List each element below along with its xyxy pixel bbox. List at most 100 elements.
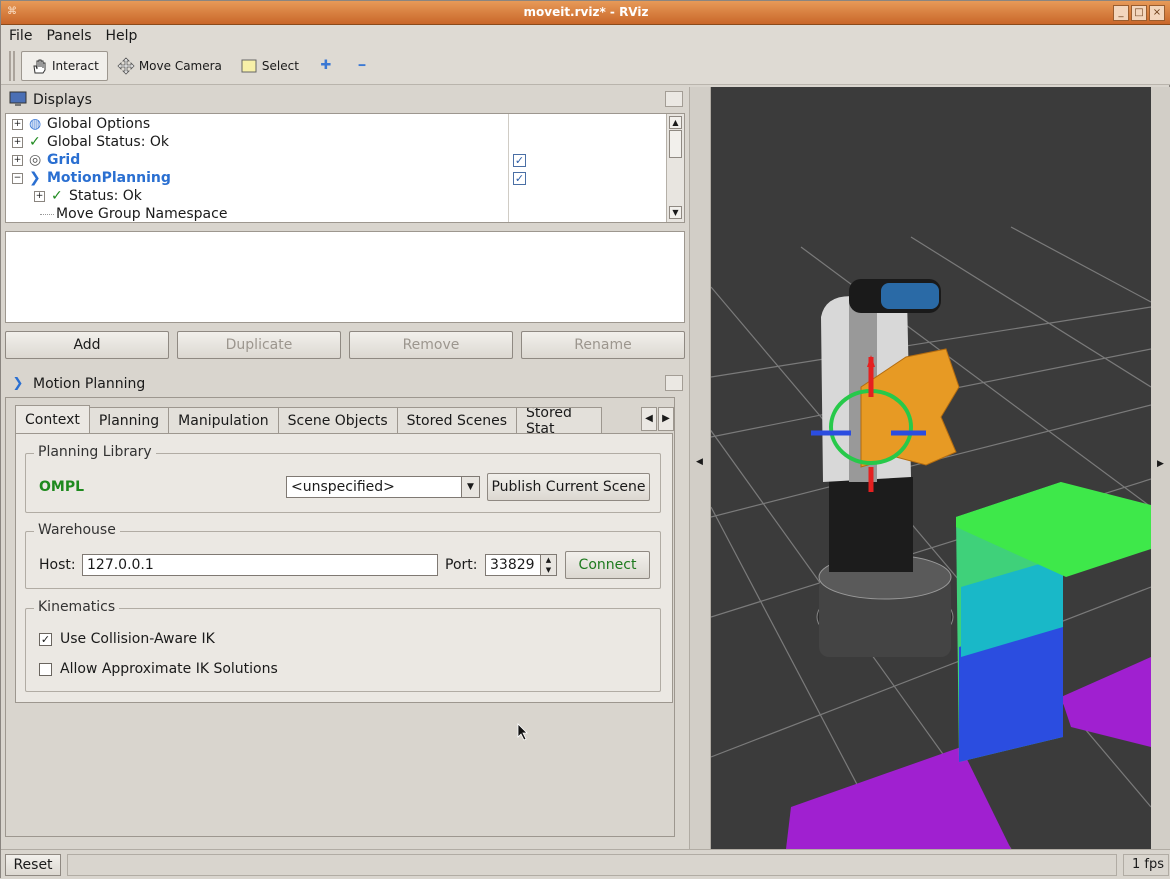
kinematics-group: Kinematics [25,599,661,692]
scroll-down-icon[interactable]: ▼ [669,206,682,219]
tab-planning[interactable]: Planning [88,407,170,433]
displays-tree[interactable]: + ◍ Global Options + ✓ Global Status: Ok… [5,113,685,223]
host-label: Host: [39,557,76,573]
tab-scene-objects[interactable]: Scene Objects [277,407,398,433]
rviz-window: ⌘ moveit.rviz* - RViz _ □ × File Panels … [0,0,1170,879]
warehouse-label: Warehouse [34,522,120,538]
menu-file[interactable]: File [9,28,32,44]
expand-icon[interactable]: + [12,136,23,148]
motion-planning-panel-header: ❯ Motion Planning [3,373,687,395]
port-spinbox[interactable]: 33829 ▲ ▼ [485,554,557,576]
remove-display-button[interactable]: Remove [349,331,513,359]
kinematics-label: Kinematics [34,599,120,615]
window-title: moveit.rviz* - RViz [523,5,649,19]
collapse-right-icon[interactable]: ▶ [1157,459,1164,469]
reset-button[interactable]: Reset [5,854,61,876]
tree-row-label: Move Group Namespace [56,206,228,222]
plus-icon: ✚ [320,57,332,73]
monitor-icon [9,91,27,109]
chevron-down-icon: ▼ [461,477,479,497]
motion-planning-tabs: Context Planning Manipulation Scene Obje… [15,405,602,433]
planner-select-value: <unspecified> [291,479,395,495]
maximize-button[interactable]: □ [1131,5,1147,21]
displays-panel-header: Displays [3,89,687,111]
menu-panels[interactable]: Panels [46,28,91,44]
menu-help[interactable]: Help [106,28,138,44]
displays-scrollbar[interactable]: ▲ ▼ [666,114,684,222]
port-value: 33829 [490,557,535,573]
approximate-ik-checkbox[interactable] [39,662,52,676]
tab-manipulation[interactable]: Manipulation [168,407,279,433]
move-camera-label: Move Camera [138,58,222,73]
tree-row-motion-planning[interactable]: − ❯ MotionPlanning [12,169,171,187]
menu-bar: File Panels Help [1,25,1170,47]
scroll-up-icon[interactable]: ▲ [669,116,682,129]
motion-planning-undock-button[interactable] [665,375,683,391]
fps-readout: 1 fps [1123,854,1169,876]
check-icon: ✓ [51,188,63,204]
interact-tool-button[interactable]: Interact [21,50,108,81]
move-camera-tool-button[interactable]: Move Camera [108,51,231,81]
tree-row-label: Status: Ok [69,188,142,204]
tree-row-status[interactable]: + ✓ Status: Ok [34,187,142,205]
tree-value-column [508,114,509,222]
collapse-icon[interactable]: − [12,172,23,184]
minus-icon: ━ [358,58,366,72]
hand-icon [30,57,48,75]
spin-arrows-icon[interactable]: ▲ ▼ [540,555,556,575]
collapse-left-icon[interactable]: ◀ [696,457,703,467]
tree-row-label: Global Options [47,116,151,132]
tab-context[interactable]: Context [15,405,90,433]
select-icon [240,57,258,75]
rename-display-button[interactable]: Rename [521,331,685,359]
publish-current-scene-button[interactable]: Publish Current Scene [487,473,650,501]
tab-scroll-left-icon[interactable]: ◀ [641,407,657,431]
interact-label: Interact [52,58,99,73]
select-label: Select [261,58,299,73]
title-bar[interactable]: ⌘ moveit.rviz* - RViz _ □ × [1,1,1170,25]
displays-undock-button[interactable] [665,91,683,107]
connect-button[interactable]: Connect [565,551,650,579]
tab-stored-states[interactable]: Stored Stat [516,407,602,433]
toolbar-grip[interactable] [9,50,15,81]
planner-select[interactable]: <unspecified> ▼ [286,476,480,498]
expand-icon[interactable]: + [34,190,45,202]
minimize-button[interactable]: _ [1113,5,1129,21]
motion-planning-enabled-checkbox[interactable]: ✓ [513,172,526,185]
host-field[interactable]: 127.0.0.1 [82,554,438,576]
check-icon: ✓ [29,134,41,150]
tree-row-label: Grid [47,152,81,168]
planning-library-label: Planning Library [34,444,156,460]
right-dock-edge: ▶ [1151,87,1170,849]
add-display-button[interactable]: Add [5,331,169,359]
tree-row-grid[interactable]: + ◎ Grid [12,151,80,169]
remove-tool-button[interactable]: ━ [344,51,380,81]
tab-scroll-right-icon[interactable]: ▶ [658,407,674,431]
tree-row-move-group-namespace[interactable]: Move Group Namespace [40,205,228,222]
motion-planning-icon: ❯ [12,376,24,391]
tree-branch-line [40,213,54,215]
expand-icon[interactable]: + [12,118,23,130]
tab-stored-scenes[interactable]: Stored Scenes [396,407,517,433]
eye-icon: ◎ [29,152,42,168]
collision-aware-ik-checkbox[interactable]: ✓ [39,632,52,646]
planning-library-name: OMPL [39,479,85,495]
move-camera-icon [117,56,135,75]
display-description-box [5,231,685,323]
add-tool-button[interactable]: ✚ [308,51,344,81]
expand-icon[interactable]: + [12,154,23,166]
mouse-cursor-icon [517,723,528,741]
select-tool-button[interactable]: Select [231,51,308,81]
tree-row-global-options[interactable]: + ◍ Global Options [12,115,150,133]
grid-enabled-checkbox[interactable]: ✓ [513,154,526,167]
tree-row-global-status[interactable]: + ✓ Global Status: Ok [12,133,169,151]
collision-aware-ik-label: Use Collision-Aware IK [60,631,215,647]
toolbar: Interact Move Camera Select ✚ ━ [1,47,1170,85]
collision-aware-ik-option[interactable]: ✓ Use Collision-Aware IK [39,631,215,647]
dock-splitter[interactable]: ◀ [689,87,711,851]
scroll-thumb[interactable] [669,130,682,158]
duplicate-display-button[interactable]: Duplicate [177,331,341,359]
approximate-ik-option[interactable]: Allow Approximate IK Solutions [39,661,278,677]
close-button[interactable]: × [1149,5,1165,21]
render-viewport[interactable] [711,87,1151,849]
